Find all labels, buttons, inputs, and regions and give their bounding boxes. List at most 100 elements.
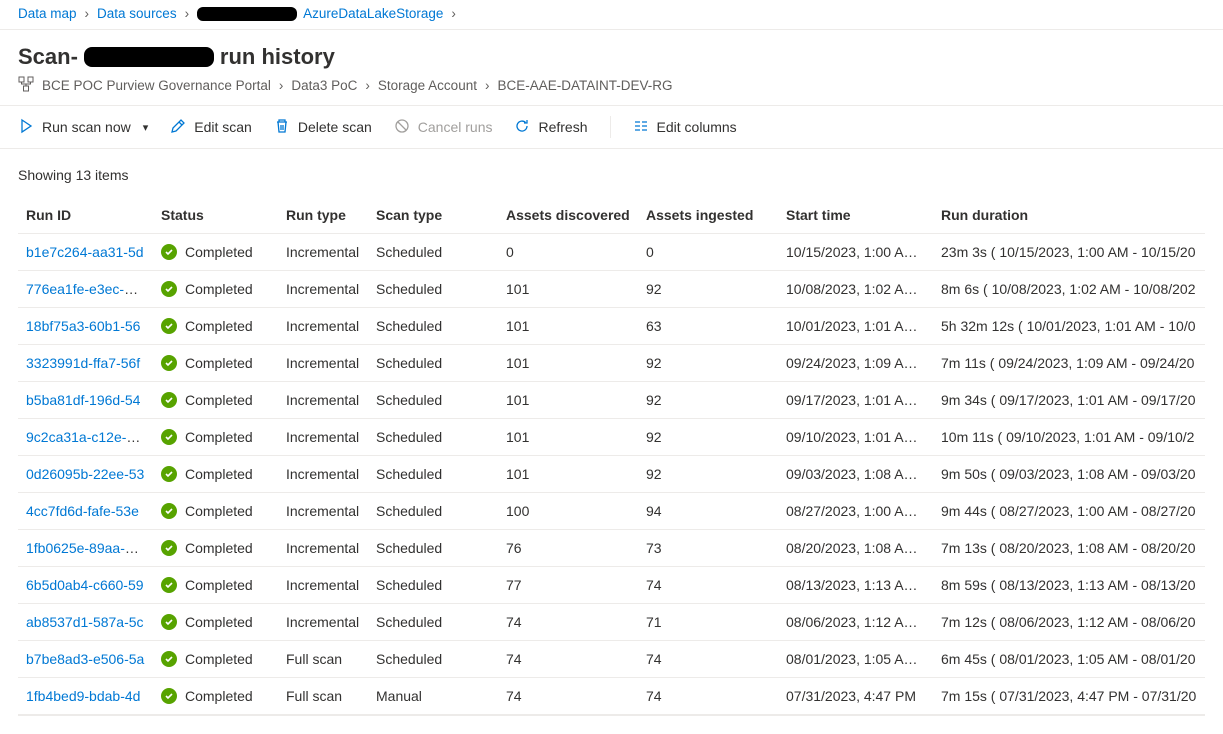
run-id-link[interactable]: 3323991d-ffa7-56f <box>26 355 140 371</box>
refresh-button[interactable]: Refresh <box>514 118 587 137</box>
edit-scan-button[interactable]: Edit scan <box>170 118 252 137</box>
breadcrumb-link-data-sources[interactable]: Data sources <box>97 6 177 21</box>
path-seg-2: Storage Account <box>378 78 477 93</box>
table-row[interactable]: 3323991d-ffa7-56fCompletedIncrementalSch… <box>18 345 1205 382</box>
col-assets-discovered[interactable]: Assets discovered <box>498 197 638 234</box>
breadcrumb-link-azure-data-lake-storage[interactable]: AzureDataLakeStorage <box>303 6 443 21</box>
status-label: Completed <box>185 244 253 260</box>
cancel-runs-button: Cancel runs <box>394 118 493 137</box>
start-time-cell: 08/27/2023, 1:00 A… <box>778 493 933 530</box>
assets-discovered-cell: 101 <box>498 271 638 308</box>
table-row[interactable]: 1fb4bed9-bdab-4dCompletedFull scanManual… <box>18 678 1205 716</box>
run-id-link[interactable]: 1fb0625e-89aa-538 <box>26 540 148 556</box>
table-row[interactable]: 4cc7fd6d-fafe-53eCompletedIncrementalSch… <box>18 493 1205 530</box>
assets-ingested-cell: 92 <box>638 271 778 308</box>
status-label: Completed <box>185 614 253 630</box>
assets-discovered-cell: 101 <box>498 456 638 493</box>
assets-ingested-cell: 74 <box>638 678 778 716</box>
check-circle-icon <box>161 503 177 519</box>
assets-ingested-cell: 63 <box>638 308 778 345</box>
run-id-link[interactable]: ab8537d1-587a-5c <box>26 614 144 630</box>
table-row[interactable]: 776ea1fe-e3ec-5dcCompletedIncrementalSch… <box>18 271 1205 308</box>
table-row[interactable]: 6b5d0ab4-c660-59CompletedIncrementalSche… <box>18 567 1205 604</box>
run-scan-now-button[interactable]: Run scan now ▾ <box>18 118 148 137</box>
toolbar: Run scan now ▾ Edit scan Delete scan Can… <box>0 106 1223 149</box>
path-seg-3: BCE-AAE-DATAINT-DEV-RG <box>497 78 672 93</box>
run-id-link[interactable]: 1fb4bed9-bdab-4d <box>26 688 140 704</box>
col-assets-ingested[interactable]: Assets ingested <box>638 197 778 234</box>
run-id-link[interactable]: 18bf75a3-60b1-56 <box>26 318 140 334</box>
page-title: Scan- run history <box>18 44 1205 70</box>
check-circle-icon <box>161 651 177 667</box>
table-row[interactable]: b1e7c264-aa31-5dCompletedIncrementalSche… <box>18 234 1205 271</box>
run-id-link[interactable]: b5ba81df-196d-54 <box>26 392 140 408</box>
status-label: Completed <box>185 651 253 667</box>
check-circle-icon <box>161 466 177 482</box>
col-run-id[interactable]: Run ID <box>18 197 153 234</box>
run-type-cell: Incremental <box>278 345 368 382</box>
assets-discovered-cell: 101 <box>498 308 638 345</box>
assets-discovered-cell: 74 <box>498 604 638 641</box>
scan-type-cell: Scheduled <box>368 345 498 382</box>
run-id-link[interactable]: b1e7c264-aa31-5d <box>26 244 144 260</box>
table-row[interactable]: 0d26095b-22ee-53CompletedIncrementalSche… <box>18 456 1205 493</box>
path-seg-0: BCE POC Purview Governance Portal <box>42 78 271 93</box>
col-scan-type[interactable]: Scan type <box>368 197 498 234</box>
assets-discovered-cell: 74 <box>498 641 638 678</box>
run-type-cell: Incremental <box>278 419 368 456</box>
run-duration-cell: 9m 50s ( 09/03/2023, 1:08 AM - 09/03/20 <box>933 456 1205 493</box>
content-area: Showing 13 items Run ID Status Run type … <box>0 149 1223 734</box>
start-time-cell: 08/20/2023, 1:08 A… <box>778 530 933 567</box>
check-circle-icon <box>161 281 177 297</box>
assets-discovered-cell: 0 <box>498 234 638 271</box>
table-row[interactable]: 1fb0625e-89aa-538CompletedIncrementalSch… <box>18 530 1205 567</box>
check-circle-icon <box>161 577 177 593</box>
table-row[interactable]: b7be8ad3-e506-5a Completed Full scanSchedu… <box>18 641 1205 678</box>
run-duration-cell: 5h 32m 12s ( 10/01/2023, 1:01 AM - 10/0 <box>933 308 1205 345</box>
page-header: Scan- run history BCE POC Purview Govern… <box>0 30 1223 106</box>
run-duration-cell: 7m 15s ( 07/31/2023, 4:47 PM - 07/31/20 <box>933 678 1205 716</box>
item-count: Showing 13 items <box>18 167 1205 183</box>
breadcrumb: Data map › Data sources › AzureDataLakeS… <box>0 0 1223 30</box>
scan-type-cell: Scheduled <box>368 641 498 678</box>
col-run-type[interactable]: Run type <box>278 197 368 234</box>
status-label: Completed <box>185 503 253 519</box>
run-id-link[interactable]: 6b5d0ab4-c660-59 <box>26 577 144 593</box>
col-status[interactable]: Status <box>153 197 278 234</box>
edit-columns-button[interactable]: Edit columns <box>633 118 737 137</box>
run-type-cell: Incremental <box>278 382 368 419</box>
run-id-link[interactable]: 9c2ca31a-c12e-5a7 <box>26 429 150 445</box>
table-header-row: Run ID Status Run type Scan type Assets … <box>18 197 1205 234</box>
assets-discovered-cell: 101 <box>498 419 638 456</box>
status-label: Completed <box>185 540 253 556</box>
run-type-cell: Full scan <box>278 641 368 678</box>
assets-discovered-cell: 74 <box>498 678 638 716</box>
status-label: Completed <box>185 392 253 408</box>
run-id-link[interactable]: b7be8ad3-e506-5a <box>26 651 144 667</box>
table-row[interactable]: 9c2ca31a-c12e-5a7CompletedIncrementalSch… <box>18 419 1205 456</box>
run-duration-cell: 8m 6s ( 10/08/2023, 1:02 AM - 10/08/202 <box>933 271 1205 308</box>
run-type-cell: Full scan <box>278 678 368 716</box>
title-prefix: Scan- <box>18 44 78 70</box>
toolbar-divider <box>610 116 611 138</box>
col-run-duration[interactable]: Run duration <box>933 197 1205 234</box>
breadcrumb-link-data-map[interactable]: Data map <box>18 6 77 21</box>
scan-type-cell: Scheduled <box>368 456 498 493</box>
refresh-label: Refresh <box>538 119 587 135</box>
table-row[interactable]: ab8537d1-587a-5cCompletedIncrementalSche… <box>18 604 1205 641</box>
start-time-cell: 09/17/2023, 1:01 A… <box>778 382 933 419</box>
table-row[interactable]: 18bf75a3-60b1-56CompletedIncrementalSche… <box>18 308 1205 345</box>
run-duration-cell: 10m 11s ( 09/10/2023, 1:01 AM - 09/10/2 <box>933 419 1205 456</box>
start-time-cell: 08/01/2023, 1:05 A… <box>778 641 933 678</box>
run-id-link[interactable]: 4cc7fd6d-fafe-53e <box>26 503 139 519</box>
col-start-time[interactable]: Start time <box>778 197 933 234</box>
delete-scan-button[interactable]: Delete scan <box>274 118 372 137</box>
table-row[interactable]: b5ba81df-196d-54CompletedIncrementalSche… <box>18 382 1205 419</box>
cancel-icon <box>394 118 410 137</box>
play-icon <box>18 118 34 137</box>
run-scan-now-label: Run scan now <box>42 119 131 135</box>
assets-ingested-cell: 74 <box>638 567 778 604</box>
scan-type-cell: Scheduled <box>368 308 498 345</box>
run-id-link[interactable]: 776ea1fe-e3ec-5dc <box>26 281 147 297</box>
run-id-link[interactable]: 0d26095b-22ee-53 <box>26 466 144 482</box>
